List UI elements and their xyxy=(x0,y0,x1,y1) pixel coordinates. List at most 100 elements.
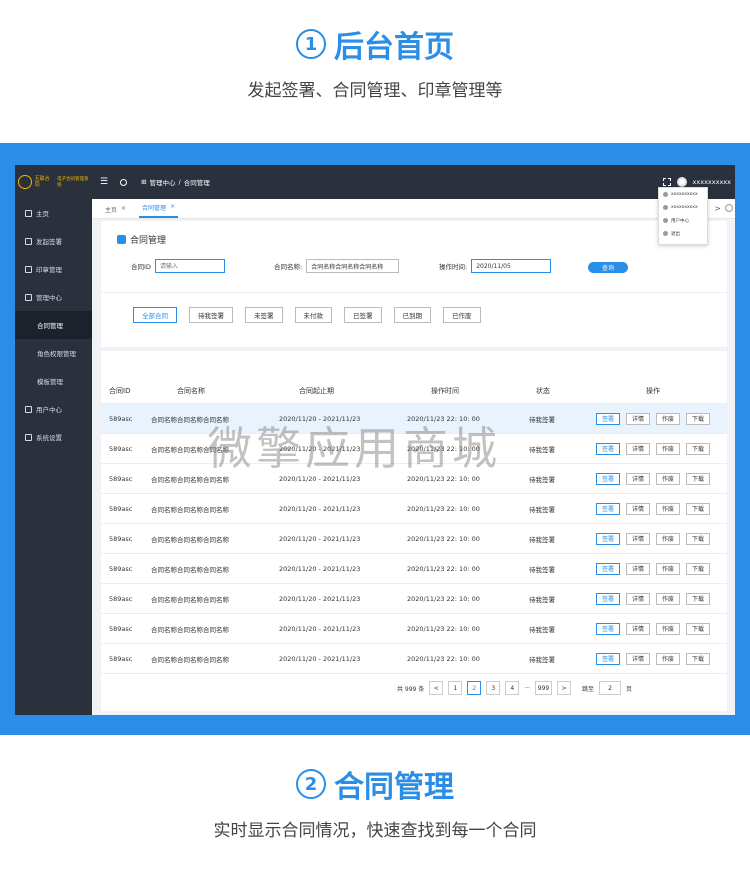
void-button[interactable]: 作废 xyxy=(656,652,681,665)
name-input[interactable] xyxy=(306,259,400,273)
tab-label: 合同管理 xyxy=(142,205,167,212)
detail-button[interactable]: 详情 xyxy=(626,622,651,635)
filter-signed[interactable]: 已签署 xyxy=(344,307,382,323)
fullscreen-icon[interactable] xyxy=(662,178,671,186)
dropdown-item[interactable]: xxxxxxxxxx xyxy=(659,201,707,214)
dropdown-item-user-center[interactable]: 用户中心 xyxy=(659,214,707,227)
page-button[interactable]: 1 xyxy=(448,681,463,695)
sidebar-item-home[interactable]: 主页 xyxy=(15,199,92,227)
dropdown-item-logout[interactable]: 退出 xyxy=(659,227,707,240)
download-button[interactable]: 下载 xyxy=(686,412,711,425)
breadcrumb-root[interactable]: 管理中心 xyxy=(150,177,176,187)
table-row[interactable]: 589asc 合同名称合同名称合同名称 2020/11/20 - 2021/11/2… xyxy=(101,494,727,524)
page-button-current[interactable]: 2 xyxy=(467,681,482,695)
panel-title: 合同管理 xyxy=(117,233,166,246)
time-field-group: 操作时间: xyxy=(439,259,552,273)
void-button[interactable]: 作废 xyxy=(656,532,681,545)
id-input[interactable] xyxy=(154,259,225,273)
filter-voided[interactable]: 已作废 xyxy=(443,307,481,323)
sign-button[interactable]: 签署 xyxy=(596,592,621,605)
download-button[interactable]: 下载 xyxy=(686,562,711,575)
void-button[interactable]: 作废 xyxy=(656,442,681,455)
time-input[interactable] xyxy=(471,259,552,273)
close-all-icon[interactable] xyxy=(725,204,733,212)
table-row[interactable]: 589asc 合同名称合同名称合同名称 2020/11/20 - 2021/11/2… xyxy=(101,434,727,464)
download-button[interactable]: 下载 xyxy=(686,532,711,545)
detail-button[interactable]: 详情 xyxy=(626,652,651,665)
void-button[interactable]: 作废 xyxy=(656,592,681,605)
table-row[interactable]: 589asc 合同名称合同名称合同名称 2020/11/20 - 2021/11/2… xyxy=(101,464,727,494)
menu-icon[interactable]: ☰ xyxy=(100,177,108,187)
tab-label: 主页 xyxy=(105,207,118,214)
detail-button[interactable]: 详情 xyxy=(626,532,651,545)
detail-button[interactable]: 详情 xyxy=(626,442,651,455)
detail-button[interactable]: 详情 xyxy=(626,562,651,575)
close-icon[interactable]: × xyxy=(121,205,126,214)
table-row[interactable]: 589asc 合同名称合同名称合同名称 2020/11/20 - 2021/11/2… xyxy=(101,554,727,584)
void-button[interactable]: 作废 xyxy=(656,562,681,575)
sidebar-item-admin[interactable]: 管理中心 xyxy=(15,283,92,311)
sidebar-item-settings[interactable]: 系统设置 xyxy=(15,423,92,451)
chevron-right-icon[interactable]: > xyxy=(714,204,721,213)
filter-unsigned[interactable]: 未签署 xyxy=(245,307,283,323)
detail-button[interactable]: 详情 xyxy=(626,412,651,425)
prev-page-button[interactable]: < xyxy=(429,681,444,695)
grid-icon xyxy=(25,293,32,301)
void-button[interactable]: 作废 xyxy=(656,502,681,515)
detail-button[interactable]: 详情 xyxy=(626,592,651,605)
sidebar-item-seal[interactable]: 印章管理 xyxy=(15,255,92,283)
sign-button[interactable]: 签署 xyxy=(596,442,621,455)
page-button[interactable]: 4 xyxy=(505,681,520,695)
avatar[interactable] xyxy=(676,177,687,187)
void-button[interactable]: 作废 xyxy=(656,472,681,485)
column-header: 操作时间 xyxy=(431,387,459,395)
tab-contracts[interactable]: 合同管理 × xyxy=(139,203,179,218)
goto-unit: 页 xyxy=(626,685,633,693)
tab-home[interactable]: 主页 × xyxy=(102,205,129,218)
detail-button[interactable]: 详情 xyxy=(626,472,651,485)
sign-button[interactable]: 签署 xyxy=(596,472,621,485)
sign-button[interactable]: 签署 xyxy=(596,502,621,515)
table-row[interactable]: 589asc 合同名称合同名称合同名称 2020/11/20 - 2021/11/2… xyxy=(101,614,727,644)
username[interactable]: xxxxxxxxxx xyxy=(693,178,731,186)
void-button[interactable]: 作废 xyxy=(656,622,681,635)
download-button[interactable]: 下载 xyxy=(686,472,711,485)
sidebar-item-user[interactable]: 用户中心 xyxy=(15,395,92,423)
dropdown-item[interactable]: xxxxxxxxxx xyxy=(659,188,707,201)
query-button[interactable]: 查询 xyxy=(588,262,628,273)
detail-button[interactable]: 详情 xyxy=(626,502,651,515)
download-button[interactable]: 下载 xyxy=(686,442,711,455)
refresh-icon[interactable] xyxy=(120,178,128,186)
filter-pending-me[interactable]: 待我签署 xyxy=(189,307,233,323)
filter-unpaid[interactable]: 未付款 xyxy=(294,307,332,323)
void-button[interactable]: 作废 xyxy=(656,412,681,425)
sign-button[interactable]: 签署 xyxy=(596,562,621,575)
close-icon[interactable]: × xyxy=(170,203,175,212)
table-row[interactable]: 589asc 合同名称合同名称合同名称 2020/11/20 - 2021/11/2… xyxy=(101,644,727,674)
cell-status: 待我签署 xyxy=(529,475,555,484)
download-button[interactable]: 下载 xyxy=(686,592,711,605)
section2-subtitle: 实时显示合同情况，快速查找到每一个合同 xyxy=(213,821,537,841)
table-row[interactable]: 589asc 合同名称合同名称合同名称 2020/11/20 - 2021/11/2… xyxy=(101,404,727,434)
sidebar-item-templates[interactable]: 模板管理 xyxy=(15,367,92,395)
goto-input[interactable]: 2 xyxy=(599,681,622,695)
download-button[interactable]: 下载 xyxy=(686,622,711,635)
sign-button[interactable]: 签署 xyxy=(596,652,621,665)
cell-period: 2020/11/20 - 2021/11/23 xyxy=(279,594,361,603)
id-field-group: 合同ID xyxy=(131,259,225,273)
sidebar-item-contracts[interactable]: 合同管理 xyxy=(15,311,92,339)
sign-button[interactable]: 签署 xyxy=(596,622,621,635)
download-button[interactable]: 下载 xyxy=(686,652,711,665)
table-row[interactable]: 589asc 合同名称合同名称合同名称 2020/11/20 - 2021/11/2… xyxy=(101,584,727,614)
filter-expired[interactable]: 已到期 xyxy=(393,307,431,323)
page-button[interactable]: 3 xyxy=(486,681,501,695)
sidebar-item-sign[interactable]: 发起签署 xyxy=(15,227,92,255)
sidebar-item-roles[interactable]: 角色权限管理 xyxy=(15,339,92,367)
sign-button[interactable]: 签署 xyxy=(596,412,621,425)
next-page-button[interactable]: > xyxy=(557,681,572,695)
page-button-last[interactable]: 999 xyxy=(535,681,553,695)
table-row[interactable]: 589asc 合同名称合同名称合同名称 2020/11/20 - 2021/11/2… xyxy=(101,524,727,554)
filter-all[interactable]: 全部合同 xyxy=(133,307,177,323)
sign-button[interactable]: 签署 xyxy=(596,532,621,545)
download-button[interactable]: 下载 xyxy=(686,502,711,515)
